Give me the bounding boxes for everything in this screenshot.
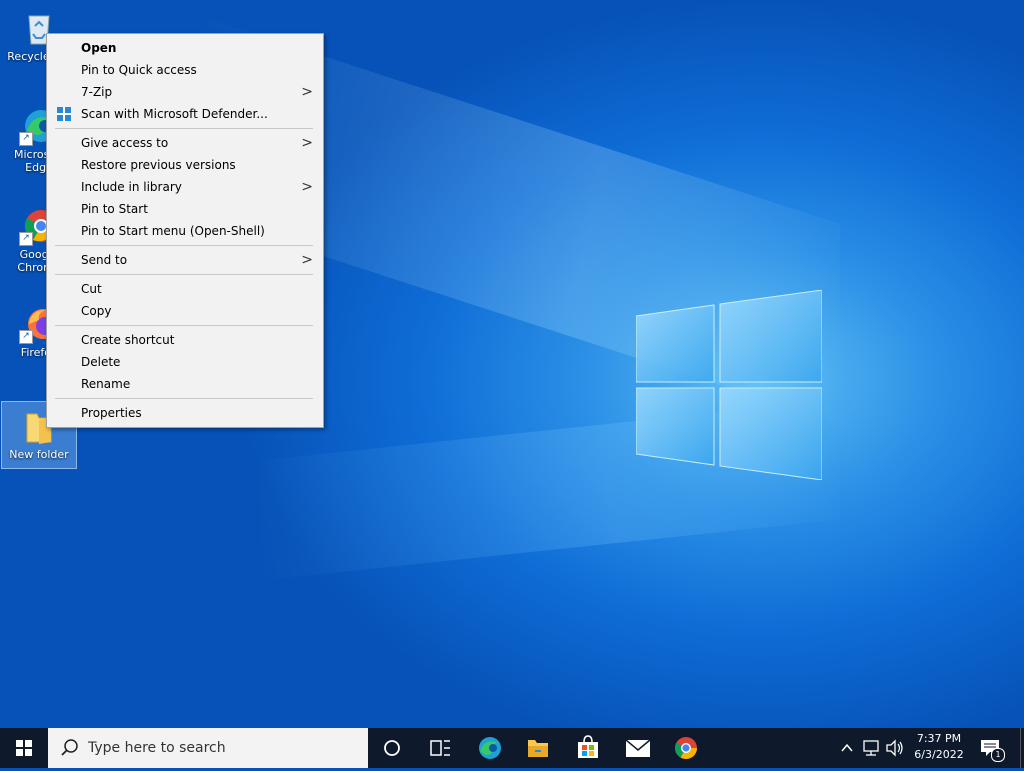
menu-separator (55, 274, 313, 275)
menu-item-include-library[interactable]: Include in library > (47, 176, 323, 198)
file-explorer-icon (528, 740, 548, 757)
volume-icon (886, 739, 903, 757)
menu-item-label: Restore previous versions (81, 158, 236, 172)
windows-start-icon (16, 740, 32, 756)
menu-separator (55, 325, 313, 326)
taskbar-chrome[interactable] (662, 728, 710, 768)
menu-item-open[interactable]: Open (47, 37, 323, 59)
menu-item-label: Rename (81, 377, 131, 391)
menu-item-send-to[interactable]: Send to > (47, 249, 323, 271)
task-view-button[interactable] (416, 728, 464, 768)
menu-separator (55, 398, 313, 399)
menu-item-rename[interactable]: Rename (47, 373, 323, 395)
shortcut-arrow-icon: ↗ (19, 330, 33, 344)
chevron-right-icon: > (301, 84, 313, 100)
edge-icon (479, 737, 501, 759)
menu-separator (55, 128, 313, 129)
menu-item-7zip[interactable]: 7-Zip > (47, 81, 323, 103)
menu-item-label: Copy (81, 304, 112, 318)
menu-item-label: Delete (81, 355, 121, 369)
clock-date: 6/3/2022 (914, 748, 964, 761)
menu-item-properties[interactable]: Properties (47, 402, 323, 424)
store-icon (578, 735, 598, 758)
cortana-icon (384, 740, 400, 756)
search-icon (61, 739, 78, 756)
menu-item-label: Include in library (81, 180, 182, 194)
context-menu: Open Pin to Quick access 7-Zip > Scan wit… (46, 33, 324, 428)
show-desktop-button[interactable] (1020, 728, 1024, 768)
taskbar: Type here to search 7:37 PM 6/3/2022 1 (0, 728, 1024, 768)
menu-item-restore-versions[interactable]: Restore previous versions (47, 154, 323, 176)
menu-item-give-access[interactable]: Give access to > (47, 132, 323, 154)
action-center-button[interactable]: 1 (978, 736, 1005, 762)
menu-item-label: Send to (81, 253, 128, 267)
search-placeholder: Type here to search (88, 740, 226, 756)
menu-item-label: Pin to Start (81, 202, 148, 216)
menu-item-pin-start[interactable]: Pin to Start (47, 198, 323, 220)
clock-time: 7:37 PM (916, 732, 962, 745)
desktop-icon-label: New folder (9, 448, 69, 461)
taskbar-file-explorer[interactable] (514, 728, 562, 768)
windows-wallpaper-logo (636, 290, 822, 480)
menu-item-pin-start-openshell[interactable]: Pin to Start menu (Open-Shell) (47, 220, 323, 242)
menu-item-label: Scan with Microsoft Defender... (81, 107, 268, 121)
menu-item-label: Cut (81, 282, 102, 296)
shortcut-arrow-icon: ↗ (19, 232, 33, 246)
menu-item-label: Pin to Start menu (Open-Shell) (81, 224, 265, 238)
defender-icon (57, 107, 71, 121)
system-clock[interactable]: 7:37 PM 6/3/2022 (906, 731, 972, 763)
menu-item-label: Open (81, 41, 117, 55)
menu-item-label: Create shortcut (81, 333, 175, 347)
chrome-icon (675, 737, 697, 759)
chevron-right-icon: > (301, 252, 313, 268)
network-icon (863, 740, 879, 756)
network-button[interactable] (860, 728, 882, 768)
menu-item-pin-quick-access[interactable]: Pin to Quick access (47, 59, 323, 81)
volume-button[interactable] (884, 728, 906, 768)
menu-item-cut[interactable]: Cut (47, 278, 323, 300)
show-hidden-icons-button[interactable] (838, 728, 856, 768)
start-button[interactable] (0, 728, 48, 768)
task-view-icon (430, 740, 450, 756)
chevron-right-icon: > (301, 179, 313, 195)
chevron-right-icon: > (301, 135, 313, 151)
taskbar-search-box[interactable]: Type here to search (48, 728, 368, 768)
menu-separator (55, 245, 313, 246)
menu-item-label: Properties (81, 406, 142, 420)
menu-item-label: 7-Zip (81, 85, 113, 99)
shortcut-arrow-icon: ↗ (19, 132, 33, 146)
taskbar-mail[interactable] (614, 728, 662, 768)
taskbar-store[interactable] (564, 728, 612, 768)
menu-item-label: Give access to (81, 136, 169, 150)
menu-item-label: Pin to Quick access (81, 63, 197, 77)
notification-badge: 1 (991, 748, 1005, 762)
menu-item-delete[interactable]: Delete (47, 351, 323, 373)
chevron-up-icon (841, 743, 853, 752)
menu-item-create-shortcut[interactable]: Create shortcut (47, 329, 323, 351)
menu-item-copy[interactable]: Copy (47, 300, 323, 322)
cortana-button[interactable] (368, 728, 416, 768)
menu-item-scan-defender[interactable]: Scan with Microsoft Defender... (47, 103, 323, 125)
mail-icon (625, 739, 651, 757)
taskbar-edge[interactable] (466, 728, 514, 768)
